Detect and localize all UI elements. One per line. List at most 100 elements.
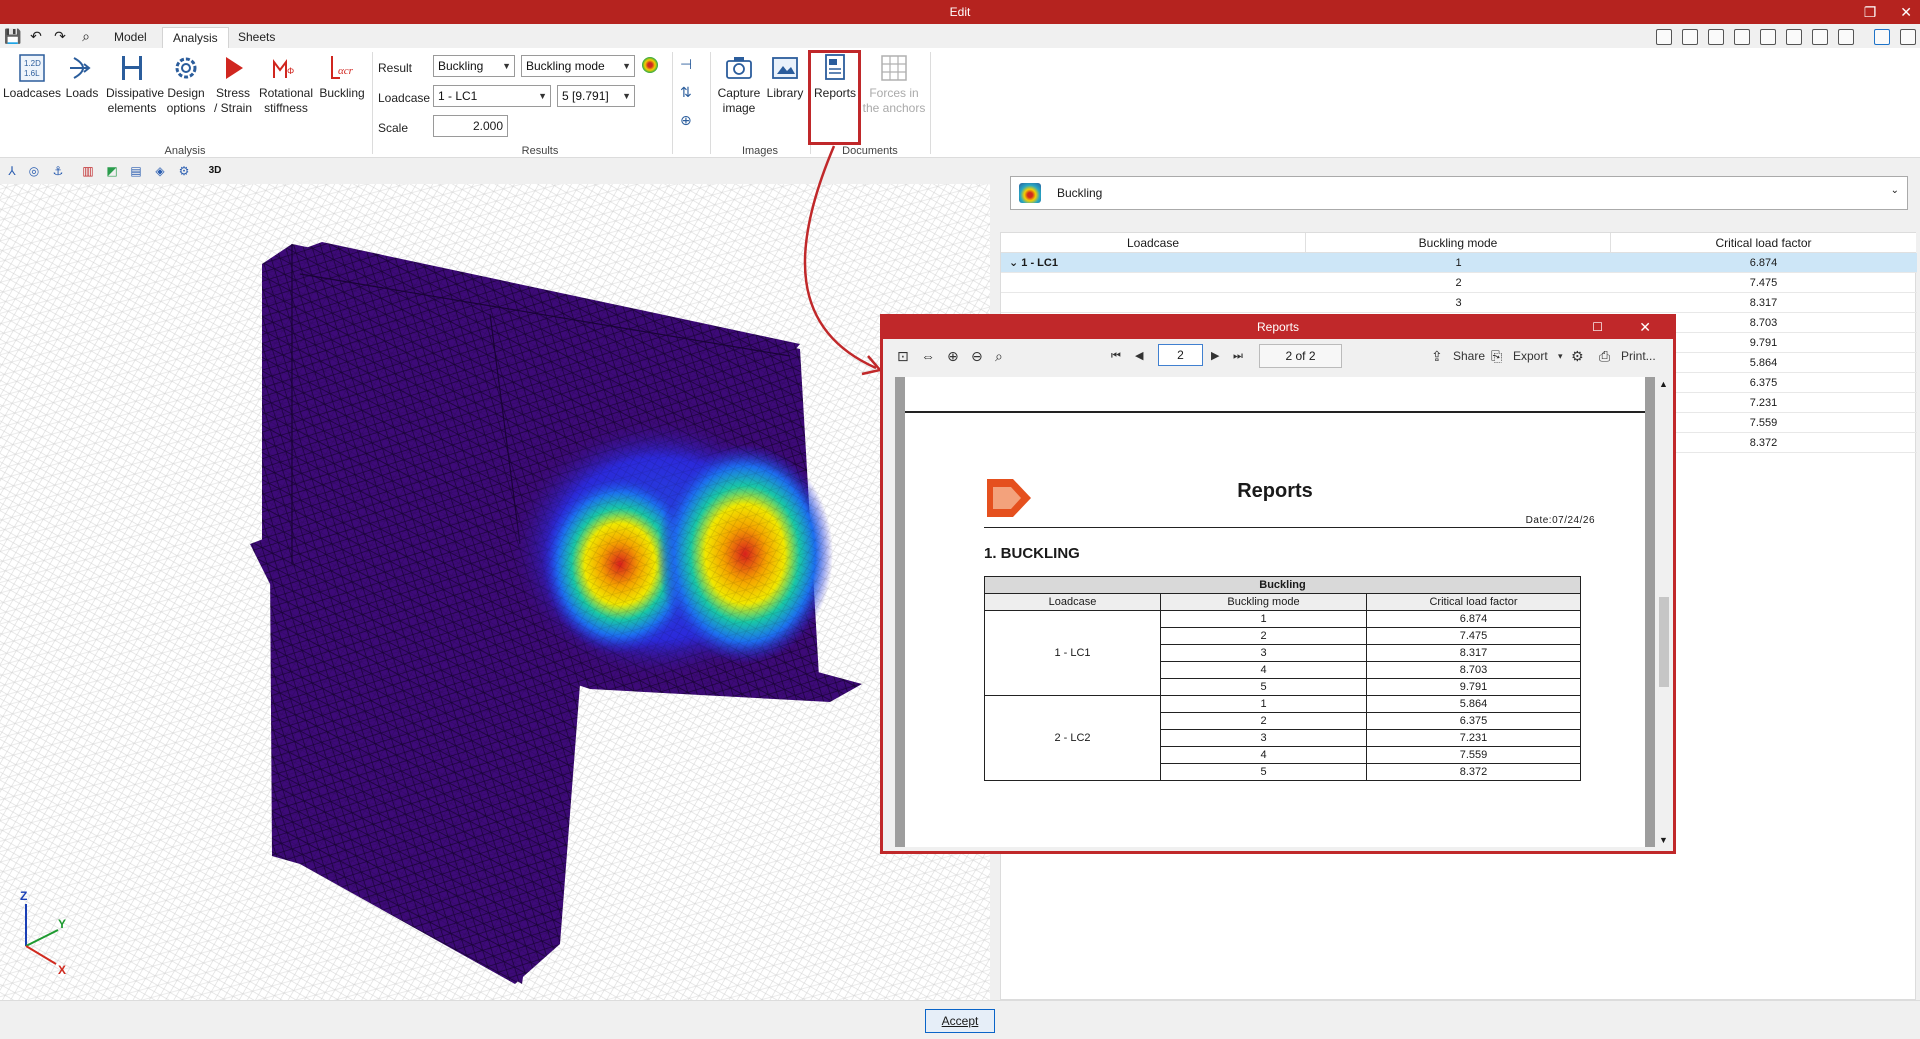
move-icon[interactable]: [1812, 29, 1828, 45]
result-type-select[interactable]: Buckling ⌄: [1010, 176, 1908, 210]
view-icon[interactable]: ▤: [128, 163, 144, 179]
color-scale-icon[interactable]: [642, 57, 658, 73]
redo-icon[interactable]: ↷: [52, 28, 68, 44]
anchor-icon[interactable]: ⚓: [50, 163, 66, 179]
row-group-label[interactable]: ⌄ 1 - LC1: [1009, 253, 1058, 273]
library-button[interactable]: Library: [764, 52, 806, 101]
report-factor-cell: 6.375: [1366, 712, 1581, 730]
window-icon[interactable]: [1874, 29, 1890, 45]
previous-page-icon[interactable]: ◀: [1135, 347, 1143, 365]
zoom-in-icon[interactable]: ⊕: [947, 347, 959, 365]
report-date: Date:07/24/26: [1525, 515, 1595, 526]
last-page-icon[interactable]: ⏭: [1233, 347, 1243, 365]
dissipative-elements-button[interactable]: Dissipative elements: [102, 52, 164, 116]
view-option-icon[interactable]: ⊕: [680, 112, 696, 128]
tab-sheets[interactable]: Sheets: [228, 27, 285, 48]
critical-load-factor-cell: 6.874: [1749, 257, 1778, 269]
pan-hand-icon[interactable]: [1786, 29, 1802, 45]
scroll-thumb[interactable]: [1659, 597, 1669, 687]
render-icon[interactable]: ◎: [26, 163, 42, 179]
zoom-icon[interactable]: ⌕: [995, 347, 1003, 365]
report-scrollbar[interactable]: ▲ ▼: [1655, 377, 1673, 847]
fit-width-icon[interactable]: ⇔: [921, 347, 935, 365]
accept-button[interactable]: Accept: [925, 1009, 995, 1033]
rotational-stiffness-button[interactable]: Φ Rotational stiffness: [256, 52, 316, 116]
stress-strain-button[interactable]: Stress / Strain: [210, 52, 256, 116]
table-row[interactable]: 3 8.317: [1001, 293, 1917, 313]
report-factor-cell: 6.874: [1366, 610, 1581, 628]
next-page-icon[interactable]: ▶: [1211, 347, 1219, 365]
result-select[interactable]: Buckling ▼: [433, 55, 515, 77]
view-option-icon[interactable]: ⇅: [680, 84, 696, 100]
print-button[interactable]: Print...: [1621, 347, 1656, 365]
loadcase-select[interactable]: 1 - LC1 ▼: [433, 85, 551, 107]
view-tool-icon[interactable]: [1838, 29, 1854, 45]
reports-highlight: [808, 50, 861, 145]
axes-icon[interactable]: ⅄: [4, 163, 20, 179]
table-row[interactable]: ⌄ 1 - LC1 1 6.874: [1001, 253, 1917, 273]
svg-text:αcr: αcr: [338, 65, 354, 77]
first-page-icon[interactable]: ⏮: [1111, 347, 1121, 365]
design-options-button[interactable]: Design options: [162, 52, 210, 116]
printer-icon[interactable]: ⎙: [1599, 347, 1610, 365]
save-icon[interactable]: 💾: [4, 28, 21, 44]
report-col-loadcase: Loadcase: [984, 593, 1161, 611]
table-row[interactable]: 2 7.475: [1001, 273, 1917, 293]
loads-button[interactable]: Loads: [62, 52, 102, 101]
view-icon[interactable]: ▥: [80, 163, 96, 179]
3d-view-icon[interactable]: 3D: [206, 163, 224, 179]
play-icon: [226, 57, 243, 79]
share-button[interactable]: Share: [1453, 347, 1485, 365]
report-viewer[interactable]: Reports Date:07/24/26 1. BUCKLING Buckli…: [895, 377, 1655, 847]
tab-analysis[interactable]: Analysis: [162, 27, 229, 48]
restore-icon[interactable]: ❐: [1864, 0, 1877, 24]
export-icon[interactable]: ⎘: [1491, 347, 1502, 365]
menu-bar: 💾 ↶ ↷ ⌕ Model Analysis Sheets: [0, 24, 1920, 48]
view-tool-icon[interactable]: [1708, 29, 1724, 45]
page-number-input[interactable]: 2: [1158, 344, 1203, 366]
share-icon[interactable]: ⇪: [1431, 347, 1443, 365]
buckling-mode-select[interactable]: 5 [9.791] ▼: [557, 85, 635, 107]
tab-model[interactable]: Model: [104, 27, 157, 48]
col-header-buckling-mode[interactable]: Buckling mode: [1306, 233, 1611, 253]
capture-image-button[interactable]: Capture image: [714, 52, 764, 116]
loadcase-label: Loadcase: [378, 91, 431, 105]
col-header-loadcase[interactable]: Loadcase: [1001, 233, 1306, 253]
fit-page-icon[interactable]: ⊡: [897, 347, 909, 365]
3d-viewport[interactable]: Z Y X: [0, 184, 990, 1000]
view-icon[interactable]: ⚙: [176, 163, 192, 179]
view-tool-icon[interactable]: [1656, 29, 1672, 45]
export-button[interactable]: Export: [1513, 347, 1548, 365]
view-option-icon[interactable]: ⊣: [680, 56, 696, 72]
scale-input[interactable]: 2.000: [433, 115, 508, 137]
expand-chevron-icon[interactable]: ⌄: [1009, 257, 1021, 269]
report-table: Buckling Loadcase Buckling mode Critical…: [984, 576, 1581, 781]
buckling-button[interactable]: αcr Buckling: [316, 52, 368, 101]
view-tool-icon[interactable]: [1760, 29, 1776, 45]
col-header-critical-load-factor[interactable]: Critical load factor: [1611, 233, 1916, 253]
scroll-down-icon[interactable]: ▼: [1659, 835, 1668, 845]
close-icon[interactable]: ✕: [1639, 317, 1651, 337]
report-mode-cell: 3: [1160, 644, 1367, 662]
view-tool-icon[interactable]: [1734, 29, 1750, 45]
view-tool-icon[interactable]: [1682, 29, 1698, 45]
chat-icon[interactable]: [1900, 29, 1916, 45]
mode-type-select[interactable]: Buckling mode ▼: [521, 55, 635, 77]
zoom-out-icon[interactable]: ⊖: [971, 347, 983, 365]
report-factor-cell: 8.372: [1366, 763, 1581, 781]
undo-icon[interactable]: ↶: [28, 28, 44, 44]
cube-icon[interactable]: ◈: [152, 163, 168, 179]
ribbon: 1.2D 1.6L Loadcases Loads Dissipative ele…: [0, 48, 1920, 158]
group-separator: [672, 52, 673, 154]
report-table-caption: Buckling: [984, 576, 1581, 594]
loadcases-button[interactable]: 1.2D 1.6L Loadcases: [2, 52, 62, 101]
forces-in-anchors-button[interactable]: Forces in the anchors: [860, 52, 928, 116]
close-icon[interactable]: ✕: [1900, 0, 1912, 24]
settings-gear-icon[interactable]: ⚙: [1571, 347, 1584, 365]
report-loadcase-cell: 2 - LC2: [984, 695, 1161, 781]
title-bar: Edit ❐ ✕: [0, 0, 1920, 24]
maximize-icon[interactable]: ☐: [1592, 317, 1603, 337]
scroll-up-icon[interactable]: ▲: [1659, 379, 1668, 389]
search-icon[interactable]: ⌕: [78, 28, 94, 44]
view-icon[interactable]: ◩: [104, 163, 120, 179]
